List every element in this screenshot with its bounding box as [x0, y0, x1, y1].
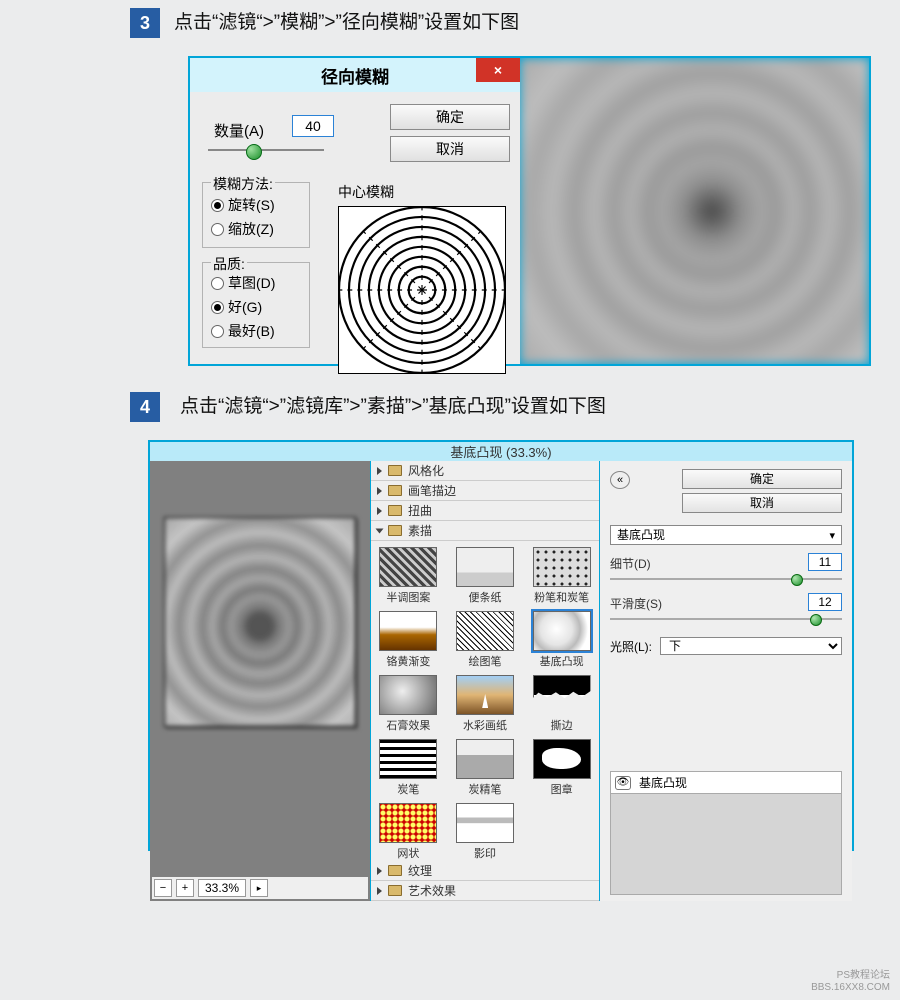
- amount-input[interactable]: 40: [292, 115, 334, 137]
- radio-good[interactable]: 好(G): [211, 297, 262, 317]
- folder-artistic[interactable]: 艺术效果: [371, 881, 599, 901]
- thumb-charcoal[interactable]: 炭笔: [375, 739, 442, 797]
- center-blur-canvas[interactable]: [338, 206, 506, 374]
- dialog-titlebar: 径向模糊 ×: [190, 58, 520, 92]
- preview-canvas[interactable]: [164, 517, 356, 727]
- thumb-basrelief[interactable]: 基底凸现: [528, 611, 595, 669]
- layer-row[interactable]: 👁 基底凸现: [611, 772, 841, 794]
- thumb-graphicpen[interactable]: 绘图笔: [452, 611, 519, 669]
- smooth-input[interactable]: 12: [808, 593, 842, 611]
- sketch-gallery: 半调图案 便条纸 粉笔和炭笔 铬黄渐变 绘图笔 基底凸现 石膏效果 水彩画纸 撕…: [371, 541, 599, 861]
- thumb-conte[interactable]: 炭精笔: [452, 739, 519, 797]
- detail-row: 细节(D) 11: [610, 555, 842, 593]
- thumb-halftone[interactable]: 半调图案: [375, 547, 442, 605]
- layer-name: 基底凸现: [639, 774, 687, 791]
- zoom-readout[interactable]: 33.3%: [198, 879, 246, 897]
- filter-select[interactable]: 基底凸现: [610, 525, 842, 545]
- radio-zoom[interactable]: 缩放(Z): [211, 219, 274, 239]
- watermark: PS教程论坛 BBS.16XX8.COM: [811, 970, 890, 994]
- step-3-badge: 3: [130, 8, 160, 38]
- zoom-in-button[interactable]: +: [176, 879, 194, 897]
- thumb-photocopy[interactable]: 影印: [452, 803, 519, 861]
- thumb-chrome[interactable]: 铬黄渐变: [375, 611, 442, 669]
- cancel-button[interactable]: 取消: [682, 493, 842, 513]
- visibility-icon[interactable]: 👁: [615, 776, 631, 790]
- center-blur-label: 中心模糊: [338, 182, 508, 202]
- thumb-chalk[interactable]: 粉笔和炭笔: [528, 547, 595, 605]
- method-group-label: 模糊方法:: [211, 174, 275, 194]
- detail-label: 细节(D): [610, 555, 651, 572]
- light-row: 光照(L): 下: [610, 635, 842, 657]
- cancel-button[interactable]: 取消: [390, 136, 510, 162]
- light-select[interactable]: 下: [660, 637, 842, 655]
- smooth-slider[interactable]: [610, 613, 842, 625]
- light-label: 光照(L):: [610, 638, 652, 655]
- close-button[interactable]: ×: [476, 58, 520, 82]
- radial-blur-result: [520, 58, 869, 364]
- step-3-header: 3 点击“滤镜“>”模糊”>”径向模糊”设置如下图: [130, 8, 900, 38]
- zoom-menu-icon[interactable]: ▸: [250, 879, 268, 897]
- amount-label: 数量(A): [214, 120, 264, 141]
- settings-pane: « 确定 取消 基底凸现 细节(D) 11 平滑度(S) 12 光照(L): 下…: [600, 461, 852, 901]
- step3-screenshot: 径向模糊 × 数量(A) 40 确定 取消 模糊方法: 旋转(S) 缩放(Z) …: [188, 56, 871, 366]
- radio-best[interactable]: 最好(B): [211, 321, 275, 341]
- preview-pane: − + 33.3% ▸: [150, 461, 370, 901]
- ok-button[interactable]: 确定: [682, 469, 842, 489]
- status-bar: − + 33.3% ▸: [152, 877, 368, 899]
- radio-spin[interactable]: 旋转(S): [211, 195, 275, 215]
- amount-slider[interactable]: [208, 144, 324, 158]
- ok-button[interactable]: 确定: [390, 104, 510, 130]
- radial-blur-dialog: 径向模糊 × 数量(A) 40 确定 取消 模糊方法: 旋转(S) 缩放(Z) …: [190, 58, 520, 364]
- folder-stylize[interactable]: 风格化: [371, 461, 599, 481]
- quality-group-label: 品质:: [211, 254, 247, 274]
- folder-sketch[interactable]: 素描: [371, 521, 599, 541]
- smooth-label: 平滑度(S): [610, 595, 662, 612]
- thumb-stamp[interactable]: 图章: [528, 739, 595, 797]
- step-4-text: 点击“滤镜“>”滤镜库”>”素描”>”基底凸现”设置如下图: [174, 392, 606, 422]
- zoom-out-button[interactable]: −: [154, 879, 172, 897]
- smooth-row: 平滑度(S) 12: [610, 595, 842, 633]
- thumb-torn[interactable]: 撕边: [528, 675, 595, 733]
- dialog-title: 径向模糊: [321, 63, 389, 88]
- method-group: 模糊方法: 旋转(S) 缩放(Z): [202, 182, 310, 248]
- thumb-notepaper[interactable]: 便条纸: [452, 547, 519, 605]
- filter-tree-pane: 风格化 画笔描边 扭曲 素描 半调图案 便条纸 粉笔和炭笔 铬黄渐变 绘图笔 基…: [370, 461, 600, 901]
- collapse-icon[interactable]: «: [610, 471, 630, 489]
- thumb-waterpaper[interactable]: 水彩画纸: [452, 675, 519, 733]
- filter-gallery-titlebar: 基底凸现 (33.3%): [150, 442, 852, 461]
- effect-layers: 👁 基底凸现: [610, 771, 842, 895]
- folder-texture[interactable]: 纹理: [371, 861, 599, 881]
- step-4-header: 4 点击“滤镜“>”滤镜库”>”素描”>”基底凸现”设置如下图: [130, 392, 900, 422]
- thumb-plaster[interactable]: 石膏效果: [375, 675, 442, 733]
- step-4-badge: 4: [130, 392, 160, 422]
- quality-group: 品质: 草图(D) 好(G) 最好(B): [202, 262, 310, 348]
- radio-draft[interactable]: 草图(D): [211, 273, 275, 293]
- thumb-reticulation[interactable]: 网状: [375, 803, 442, 861]
- folder-distort[interactable]: 扭曲: [371, 501, 599, 521]
- detail-slider[interactable]: [610, 573, 842, 585]
- folder-brush[interactable]: 画笔描边: [371, 481, 599, 501]
- step-3-text: 点击“滤镜“>”模糊”>”径向模糊”设置如下图: [174, 8, 519, 38]
- detail-input[interactable]: 11: [808, 553, 842, 571]
- step4-screenshot: 基底凸现 (33.3%) − + 33.3% ▸ 风格化 画笔描边 扭曲 素描 …: [148, 440, 854, 851]
- center-blur-preview: 中心模糊: [338, 182, 508, 374]
